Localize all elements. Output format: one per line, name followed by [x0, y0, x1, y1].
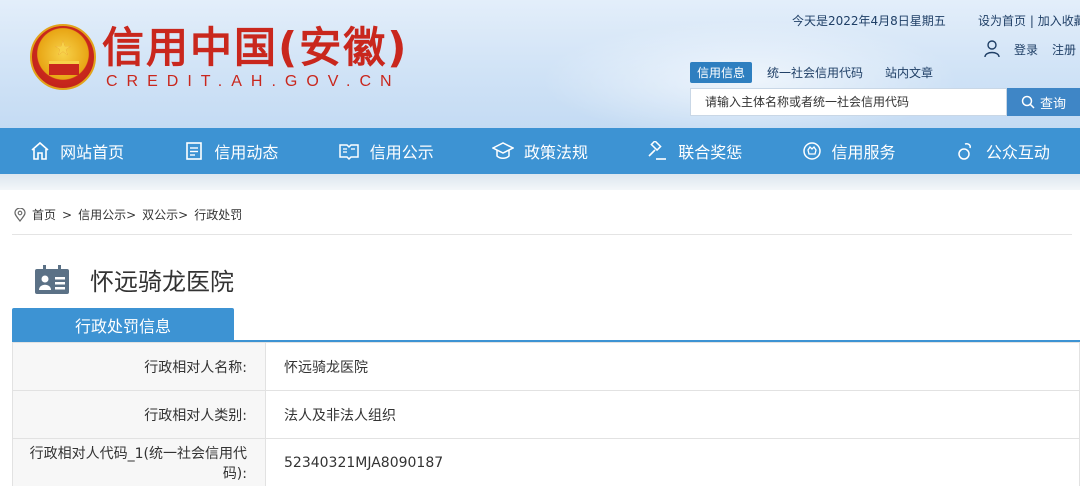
- divider: [12, 234, 1072, 235]
- location-pin-icon: [14, 207, 26, 222]
- search-input[interactable]: 请输入主体名称或者统一社会信用代码: [690, 88, 1007, 116]
- entity-header: 怀远骑龙医院: [34, 262, 234, 297]
- row-value: 法人及非法人组织: [265, 390, 1080, 439]
- nav-item-label: 信用动态: [214, 143, 279, 162]
- row-value: 怀远骑龙医院: [265, 342, 1080, 391]
- register-link[interactable]: 注册: [1052, 41, 1076, 58]
- search-button[interactable]: 查询: [1007, 88, 1080, 116]
- graduation-cap-icon: [491, 142, 514, 159]
- id-card-icon: [35, 264, 69, 294]
- table-row: 行政相对人名称: 怀远骑龙医院: [12, 342, 1080, 391]
- entity-name-title: 怀远骑龙医院: [90, 268, 234, 296]
- top-links: 设为首页 | 加入收藏: [978, 12, 1080, 29]
- search-icon: [1021, 95, 1035, 109]
- table-row: 行政相对人类别: 法人及非法人组织: [12, 390, 1080, 439]
- breadcrumb-current: 行政处罚: [194, 208, 243, 222]
- login-link[interactable]: 登录: [1014, 41, 1038, 58]
- search-button-label: 查询: [1039, 96, 1066, 112]
- nav-item-label: 网站首页: [60, 143, 125, 162]
- nav-item-policy[interactable]: 政策法规: [463, 128, 617, 174]
- nav-item-credit-news[interactable]: 信用动态: [154, 128, 308, 174]
- bookmark-link[interactable]: 加入收藏: [1038, 14, 1080, 28]
- chat-icon: [958, 143, 971, 160]
- row-label: 行政相对人代码_1(统一社会信用代码):: [12, 438, 266, 486]
- search-tab-credit-info[interactable]: 信用信息: [690, 62, 753, 83]
- site-title[interactable]: 信用中国(安徽): [102, 24, 408, 72]
- table-row: 行政相对人代码_1(统一社会信用代码): 52340321MJA8090187: [12, 438, 1080, 486]
- nav-item-label: 信用服务: [831, 143, 896, 162]
- open-book-icon: [338, 144, 359, 161]
- nav-shadow: [0, 174, 1080, 190]
- nav-item-home[interactable]: 网站首页: [0, 128, 154, 174]
- breadcrumb-credit-publicity[interactable]: 信用公示>: [78, 206, 136, 223]
- nav-item-label: 信用公示: [369, 143, 434, 162]
- breadcrumb-separator: >: [62, 207, 73, 222]
- gavel-icon: [648, 141, 667, 160]
- nav-item-rewards-penalties[interactable]: 联合奖惩: [617, 128, 771, 174]
- breadcrumb: 首页 > 信用公示> 双公示> 行政处罚: [14, 206, 242, 223]
- row-value: 52340321MJA8090187: [265, 438, 1080, 486]
- nav-item-credit-publicity[interactable]: 信用公示: [309, 128, 463, 174]
- search-tab-credit-code[interactable]: 统一社会信用代码: [760, 62, 870, 83]
- tab-administrative-penalty[interactable]: 行政处罚信息: [12, 308, 234, 342]
- row-label: 行政相对人类别:: [12, 390, 266, 439]
- badge-icon: [802, 142, 821, 160]
- breadcrumb-double-publicity[interactable]: 双公示>: [142, 206, 188, 223]
- nav-item-label: 政策法规: [523, 143, 588, 162]
- row-label: 行政相对人名称:: [12, 342, 266, 391]
- document-icon: [186, 142, 203, 160]
- penalty-info-table: 行政相对人名称: 怀远骑龙医院 行政相对人类别: 法人及非法人组织 行政相对人代…: [12, 342, 1080, 486]
- set-home-link[interactable]: 设为首页: [978, 14, 1026, 28]
- user-icon: [984, 40, 1000, 58]
- nav-item-label: 公众互动: [985, 143, 1050, 162]
- national-emblem-icon: ★: [30, 24, 96, 90]
- main-nav: 网站首页 信用动态 信用公示 政策法规 联合奖惩 信用服务 公众互动: [0, 128, 1080, 174]
- search-tab-articles[interactable]: 站内文章: [878, 62, 940, 83]
- nav-item-label: 联合奖惩: [678, 143, 743, 162]
- site-subtitle: CREDIT.AH.GOV.CN: [106, 73, 401, 90]
- site-header: ★ 信用中国(安徽) CREDIT.AH.GOV.CN 今天是2022年4月8日…: [0, 0, 1080, 128]
- search-tabs: 信用信息 统一社会信用代码 站内文章: [690, 62, 948, 83]
- breadcrumb-home[interactable]: 首页: [32, 206, 56, 223]
- home-icon: [31, 141, 49, 160]
- current-date: 今天是2022年4月8日星期五: [792, 14, 946, 28]
- nav-item-credit-service[interactable]: 信用服务: [771, 128, 925, 174]
- top-links-separator: |: [1029, 14, 1034, 28]
- user-area: 登录 注册: [984, 40, 1076, 58]
- nav-item-public-interaction[interactable]: 公众互动: [926, 128, 1080, 174]
